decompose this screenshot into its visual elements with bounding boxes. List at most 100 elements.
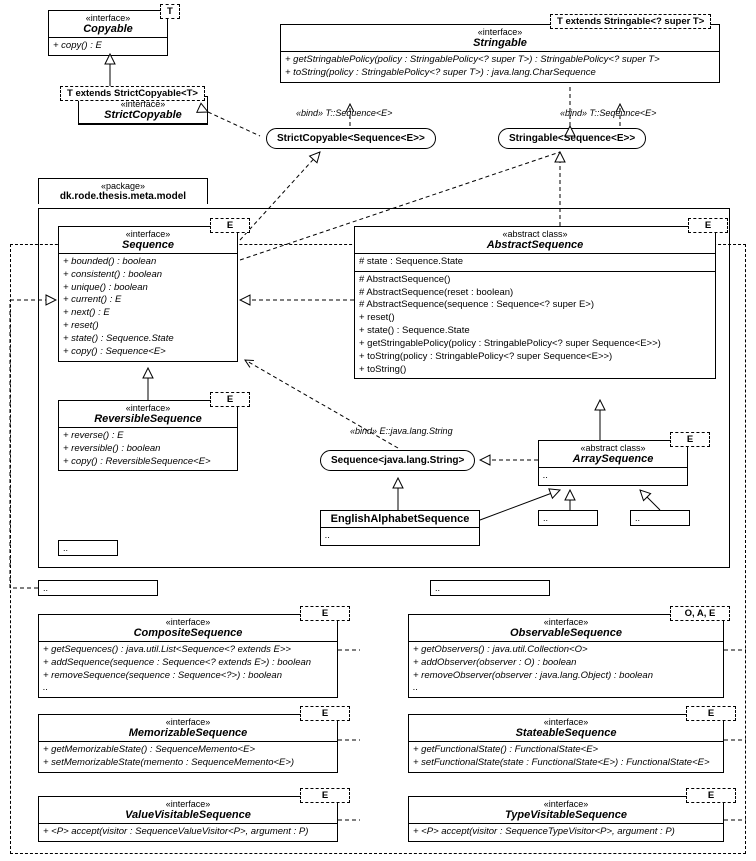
english-dots: .. [325,530,475,543]
val-name: ValueVisitableSequence [43,809,333,821]
rev-op2: + copy() : ReversibleSequence<E> [63,456,233,469]
rev-op1: + reversible() : boolean [63,443,233,456]
state-op1: + setFunctionalState(state : FunctionalS… [413,757,719,770]
typevisitablesequence-class: «interface» TypeVisitableSequence + <P> … [408,796,724,842]
abstractsequence-class: «abstract class» AbstractSequence # stat… [354,226,716,379]
type-param: E [686,788,736,803]
state-param: E [686,706,736,721]
comp-stereo: «interface» [43,617,333,627]
abs-op5: + getStringablePolicy(policy : Stringabl… [359,338,711,351]
english-name: EnglishAlphabetSequence [325,513,475,525]
abs-attr0: # state : Sequence.State [359,256,711,269]
stringable-op1: + toString(policy : StringablePolicy<? s… [285,67,715,80]
obs-op3: .. [413,682,719,695]
strictcopyable-param: T extends StrictCopyable<T> [60,86,205,101]
revseq-stereo: «interface» [63,403,233,413]
revseq-name: ReversibleSequence [63,413,233,425]
arrayseq-param: E [670,432,710,447]
seq-op2: + unique() : boolean [63,282,233,295]
copyable-stereo: «interface» [53,13,163,23]
abs-op3: + reset() [359,312,711,325]
obs-param: O, A, E [670,606,730,621]
bind-label2: «bind» T::Seqeunce<E> [560,108,656,118]
comp-param: E [300,606,350,621]
comp-op1: + addSequence(sequence : Sequence<? exte… [43,657,333,670]
mem-stereo: «interface» [43,717,333,727]
comp-op0: + getSequences() : java.util.List<Sequen… [43,644,333,657]
ellipsis-2: .. [538,510,598,526]
english-class: EnglishAlphabetSequence .. [320,510,480,546]
arrayseq-stereo: «abstract class» [543,443,683,453]
obs-name: ObservableSequence [413,627,719,639]
bind-stringable: Stringable<Sequence<E>> [498,128,646,149]
abstractsequence-name: AbstractSequence [359,239,711,251]
sequence-param: E [210,218,250,233]
package-stereo: «package» [45,181,201,191]
arrayseq-name: ArraySequence [543,453,683,465]
bind-label3: «bind» E::java.lang.String [350,426,453,436]
stateablesequence-class: «interface» StateableSequence + getFunct… [408,714,724,773]
ellipsis-2b: .. [630,510,690,526]
ellipsis-3: .. [38,580,158,596]
stringable-op0: + getStringablePolicy(policy : Stringabl… [285,54,715,67]
copyable-name: Copyable [53,23,163,35]
obs-op0: + getObservers() : java.util.Collection<… [413,644,719,657]
valuevisitablesequence-class: «interface» ValueVisitableSequence + <P>… [38,796,338,842]
ellipsis-4: .. [430,580,550,596]
bind-label1: «bind» T::Sequence<E> [296,108,392,118]
copyable-class: «interface» Copyable + copy() : E [48,10,168,56]
package-name: dk.rode.thesis.meta.model [45,191,201,202]
abstractsequence-stereo: «abstract class» [359,229,711,239]
type-name: TypeVisitableSequence [413,809,719,821]
mem-op1: + setMemorizableState(memento : Sequence… [43,757,333,770]
abs-op7: + toString() [359,364,711,377]
seq-op3: + current() : E [63,294,233,307]
stringable-param: T extends Stringable<? super T> [550,14,711,29]
copyable-op: + copy() : E [53,40,163,53]
mem-op0: + getMemorizableState() : SequenceMement… [43,744,333,757]
comp-op3: .. [43,682,333,695]
rev-op0: + reverse() : E [63,430,233,443]
seq-op1: + consistent() : boolean [63,269,233,282]
sequence-class: «interface» Sequence + bounded() : boole… [58,226,238,362]
val-stereo: «interface» [43,799,333,809]
abs-op4: + state() : Sequence.State [359,325,711,338]
abs-op2: # AbstractSequence(sequence : Sequence<?… [359,299,711,312]
strictcopyable-name: StrictCopyable [83,109,203,121]
sequence-name: Sequence [63,239,233,251]
seq-op0: + bounded() : boolean [63,256,233,269]
abstractsequence-param: E [688,218,728,233]
state-stereo: «interface» [413,717,719,727]
state-op0: + getFunctionalState() : FunctionalState… [413,744,719,757]
abs-op6: + toString(policy : StringablePolicy<? s… [359,351,711,364]
reversiblesequence-class: «interface» ReversibleSequence + reverse… [58,400,238,471]
revseq-param: E [210,392,250,407]
seq-op4: + next() : E [63,307,233,320]
mem-param: E [300,706,350,721]
bind-strictcopyable: StrictCopyable<Sequence<E>> [266,128,436,149]
sequence-stereo: «interface» [63,229,233,239]
val-param: E [300,788,350,803]
ellipsis-1: .. [58,540,118,556]
seq-op7: + copy() : Sequence<E> [63,346,233,359]
mem-name: MemorizableSequence [43,727,333,739]
bind-sequence-string: Sequence<java.lang.String> [320,450,475,471]
arrayseq-dots: .. [543,470,683,483]
seq-op6: + state() : Sequence.State [63,333,233,346]
seq-op5: + reset() [63,320,233,333]
memorizablesequence-class: «interface» MemorizableSequence + getMem… [38,714,338,773]
arraysequence-class: «abstract class» ArraySequence .. [538,440,688,486]
state-name: StateableSequence [413,727,719,739]
stringable-name: Stringable [285,37,715,49]
abs-op1: # AbstractSequence(reset : boolean) [359,287,711,300]
type-stereo: «interface» [413,799,719,809]
obs-op2: + removeObserver(observer : java.lang.Ob… [413,670,719,683]
package-tab: «package» dk.rode.thesis.meta.model [38,178,208,204]
compositesequence-class: «interface» CompositeSequence + getSeque… [38,614,338,698]
val-op0: + <P> accept(visitor : SequenceValueVisi… [43,826,333,839]
abs-op0: # AbstractSequence() [359,274,711,287]
obs-op1: + addObserver(observer : O) : boolean [413,657,719,670]
type-op0: + <P> accept(visitor : SequenceTypeVisit… [413,826,719,839]
comp-name: CompositeSequence [43,627,333,639]
observablesequence-class: «interface» ObservableSequence + getObse… [408,614,724,698]
